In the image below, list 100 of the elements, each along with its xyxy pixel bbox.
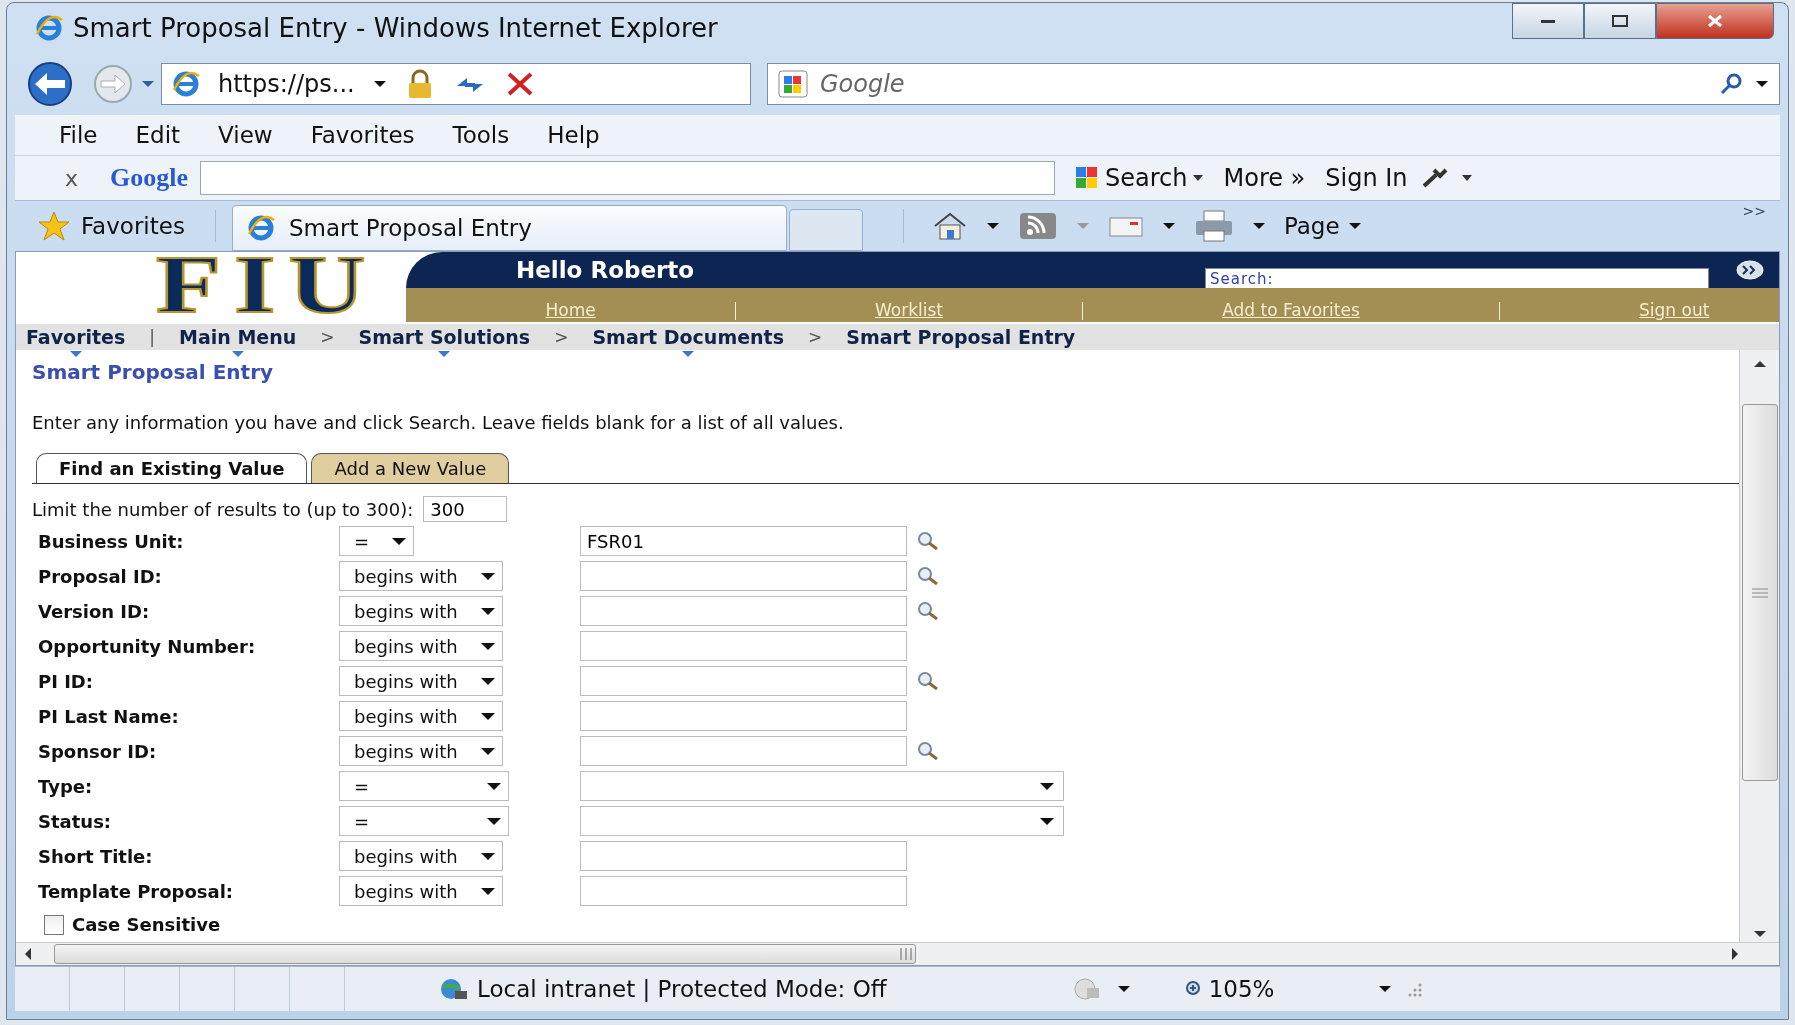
more-button[interactable]: More » [1223,164,1306,192]
header-search-field[interactable]: Search: [1205,268,1709,290]
caret-icon [1193,175,1204,181]
close-icon [1706,14,1724,28]
value-field[interactable] [580,631,907,661]
scroll-thumb[interactable] [54,944,916,964]
fiu-logo: FIU [156,252,379,322]
breadcrumb-link[interactable]: Favorites [26,326,126,348]
page-menu-button[interactable]: Page [1283,213,1362,239]
menu-item[interactable]: Help [547,122,600,148]
operator-dropdown[interactable]: begins with [339,841,503,871]
operator-dropdown[interactable]: begins with [339,596,503,626]
value-field[interactable] [580,876,907,906]
limit-label: Limit the number of results to (up to 300): [32,498,414,520]
field-label: Type: [37,775,94,797]
search-engine-icon [778,70,808,98]
limit-field[interactable]: 300 [423,496,508,522]
browser-tab[interactable]: Smart Proposal Entry [231,205,787,251]
feed-icon[interactable] [1017,211,1058,241]
browser-logo-icon [35,14,63,42]
close-button[interactable] [1656,3,1774,39]
breadcrumb-link[interactable]: Smart Proposal Entry [846,326,1076,348]
lookup-icon[interactable] [917,601,939,621]
horizontal-scrollbar[interactable] [16,942,1779,965]
menu-item[interactable]: Favorites [310,122,415,148]
security-zone[interactable]: Local intranet | Protected Mode: Off [439,976,887,1002]
lookup-icon[interactable] [917,566,939,586]
field-label: Proposal ID: [37,565,163,587]
breadcrumb-link[interactable]: Main Menu [179,326,297,348]
caret-icon [479,746,496,756]
page-title: Smart Proposal Entry [32,360,275,384]
toolbar-search-field[interactable] [200,161,1056,195]
caret-icon[interactable] [1161,222,1176,230]
caret-icon[interactable] [1378,985,1393,993]
menu-item[interactable]: View [218,122,273,148]
instructions-text: Enter any information you have and click Search. Leave fields blank for a list of all values. [32,412,845,433]
operator-dropdown[interactable]: begins with [339,561,503,591]
operator-dropdown[interactable]: = [339,526,415,556]
scroll-up-icon [1752,360,1767,368]
value-field[interactable] [580,561,907,591]
zoom-button[interactable]: 105% [1184,976,1275,1002]
envelope-icon[interactable] [1107,214,1144,238]
caret-icon [479,851,496,861]
breadcrumb-link[interactable]: Smart Documents [592,326,784,348]
field-label: Business Unit: [37,530,185,552]
caret-icon[interactable] [1251,222,1266,230]
greeting: Hello Roberto [516,257,695,283]
caret-icon[interactable] [372,80,387,88]
value-field[interactable] [580,701,907,731]
favorites-button[interactable]: Favorites [15,210,216,242]
operator-dropdown[interactable]: begins with [339,666,503,696]
caret-icon [479,711,496,721]
go-icon[interactable] [1735,259,1765,281]
scroll-thumb[interactable] [1741,404,1778,781]
toolbar-search-button[interactable]: Search [1075,164,1204,192]
breadcrumb-separator: > [320,327,335,347]
caret-icon[interactable] [1461,175,1472,181]
caret-icon[interactable] [1116,985,1131,993]
menu-item[interactable]: Edit [135,122,181,148]
case-sensitive-checkbox[interactable] [44,914,64,935]
lookup-icon[interactable] [917,741,939,761]
vertical-scrollbar[interactable] [1739,350,1779,942]
field-label: PI Last Name: [37,705,180,727]
field-label: Template Proposal: [37,880,235,902]
printer-icon[interactable] [1193,209,1234,243]
value-field[interactable] [580,841,907,871]
resize-grip-icon [1406,981,1423,997]
maximize-button[interactable] [1584,3,1656,39]
menu-item[interactable]: File [59,122,98,148]
value-field[interactable]: FSR01 [580,526,907,556]
operator-dropdown[interactable]: begins with [339,701,503,731]
operator-dropdown[interactable]: begins with [339,736,503,766]
caret-icon[interactable] [1755,80,1769,88]
operator-dropdown[interactable]: begins with [339,631,503,661]
menu-item[interactable]: Tools [452,122,510,148]
lookup-icon[interactable] [917,671,939,691]
scroll-right-icon [1731,947,1739,961]
overflow-button[interactable]: >> [1742,203,1766,219]
value-field[interactable] [580,596,907,626]
grip-icon [1751,587,1768,598]
sign-in-button[interactable]: Sign In [1325,164,1408,192]
operator-dropdown[interactable]: begins with [339,876,503,906]
maximize-icon [1611,14,1629,28]
lookup-icon[interactable] [917,531,939,551]
caret-icon[interactable] [985,222,1000,230]
operator-dropdown[interactable]: = [339,806,509,836]
address-field[interactable]: https://ps... [161,63,751,105]
caret-icon [486,816,502,826]
operator-dropdown[interactable]: = [339,771,509,801]
close-toolbar-button[interactable]: x [65,165,79,191]
page-tab[interactable]: Add a New Value [311,453,510,483]
minimize-button[interactable] [1512,3,1584,39]
zoom-icon [1184,980,1203,998]
value-field[interactable] [580,666,907,696]
web-search-box[interactable]: Google [767,63,1780,105]
value-field[interactable] [580,736,907,766]
breadcrumb-link[interactable]: Smart Solutions [358,326,531,348]
forward-icon[interactable] [91,64,135,104]
page-tab[interactable]: Find an Existing Value [36,453,308,483]
scroll-left-icon [24,947,32,961]
